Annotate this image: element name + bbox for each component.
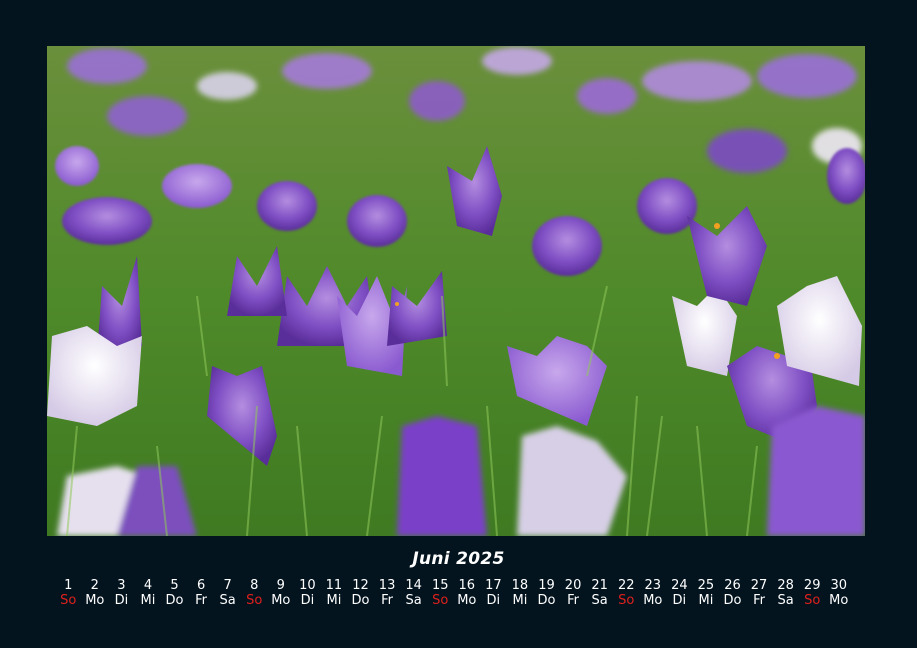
day-number: 10 [299, 578, 316, 593]
weekday-label: Fr [195, 593, 208, 608]
weekday-label-sunday: So [618, 593, 635, 608]
day-cell: 22 So [613, 578, 640, 608]
day-cell: 10 Di [294, 578, 321, 608]
day-number: 24 [671, 578, 688, 593]
weekday-label-sunday: So [432, 593, 449, 608]
weekday-label: Do [165, 593, 184, 608]
weekday-label: Di [300, 593, 315, 608]
day-cell: 15 So [427, 578, 454, 608]
day-cell: 1 So [55, 578, 82, 608]
day-number: 19 [538, 578, 555, 593]
weekday-label: Mi [512, 593, 528, 608]
weekday-label: Mo [85, 593, 105, 608]
day-cell: 8 So [241, 578, 268, 608]
day-number: 22 [617, 578, 635, 593]
day-cell: 29 So [799, 578, 826, 608]
weekday-label-sunday: So [246, 593, 263, 608]
day-cell: 6 Fr [188, 578, 215, 608]
day-cell: 13 Fr [374, 578, 401, 608]
day-number: 29 [803, 578, 821, 593]
day-number: 8 [250, 578, 259, 593]
day-cell: 2 Mo [82, 578, 109, 608]
weekday-label: Di [114, 593, 129, 608]
day-number: 28 [777, 578, 794, 593]
day-cell: 14 Sa [400, 578, 427, 608]
weekday-label: Fr [753, 593, 765, 608]
day-number: 9 [276, 578, 285, 593]
day-number: 26 [724, 578, 741, 593]
weekday-label: Mo [829, 593, 849, 608]
day-cell: 25 Mi [693, 578, 720, 608]
weekday-label: Mi [140, 593, 156, 608]
day-cell: 7 Sa [214, 578, 241, 608]
day-number: 27 [750, 578, 768, 593]
weekday-label: Fr [567, 593, 580, 608]
day-cell: 4 Mi [135, 578, 162, 608]
calendar-page: Juni 2025 1 So 2 Mo 3 Di 4 Mi 5 Do 6 Fr 7 Sa 8 So 9 Mo 10 D… [0, 0, 917, 648]
day-cell: 27 Fr [746, 578, 773, 608]
weekday-label-sunday: So [804, 593, 821, 608]
day-number: 30 [830, 578, 848, 593]
day-number: 18 [511, 578, 529, 593]
month-title: Juni 2025 [412, 549, 505, 569]
day-cell: 3 Di [108, 578, 135, 608]
day-number: 21 [591, 578, 608, 593]
day-number: 3 [117, 578, 126, 593]
weekday-label: Do [351, 593, 370, 608]
weekday-label: Fr [381, 593, 394, 608]
day-number: 17 [485, 578, 502, 593]
day-cell: 9 Mo [268, 578, 295, 608]
day-cell: 12 Do [347, 578, 374, 608]
weekday-label: Sa [777, 593, 794, 608]
day-cell: 24 Di [666, 578, 693, 608]
weekday-label: Sa [405, 593, 422, 608]
weekday-label: Do [723, 593, 742, 608]
weekday-label: Mi [326, 593, 342, 608]
weekday-label: Do [537, 593, 556, 608]
day-cell: 30 Mo [826, 578, 853, 608]
day-number: 14 [405, 578, 422, 593]
day-cell: 21 Sa [586, 578, 613, 608]
weekday-label-sunday: So [60, 593, 77, 608]
day-cell: 28 Sa [772, 578, 799, 608]
day-cell: 26 Do [719, 578, 746, 608]
weekday-label: Mi [698, 593, 714, 608]
day-number: 20 [564, 578, 582, 593]
day-number: 5 [170, 578, 179, 593]
weekday-label: Di [486, 593, 501, 608]
day-cell: 5 Do [161, 578, 188, 608]
day-cell: 11 Mi [321, 578, 348, 608]
day-cell: 16 Mo [454, 578, 481, 608]
weekday-label: Mo [271, 593, 291, 608]
day-number: 25 [697, 578, 715, 593]
day-number: 16 [458, 578, 476, 593]
crocus-photo [47, 46, 865, 536]
crocus-meadow-image [47, 46, 865, 536]
day-number: 2 [90, 578, 99, 593]
day-number: 4 [143, 578, 153, 593]
weekday-label: Sa [219, 593, 236, 608]
day-cell: 19 Do [533, 578, 560, 608]
day-number: 23 [644, 578, 662, 593]
day-number: 13 [378, 578, 396, 593]
day-cell: 18 Mi [507, 578, 534, 608]
day-number: 6 [196, 578, 206, 593]
weekday-label: Sa [591, 593, 608, 608]
weekday-label: Mo [643, 593, 663, 608]
day-number: 1 [64, 578, 73, 593]
weekday-label: Mo [457, 593, 477, 608]
day-number: 15 [431, 578, 449, 593]
day-number: 7 [223, 578, 232, 593]
day-row: 1 So 2 Mo 3 Di 4 Mi 5 Do 6 Fr 7 Sa 8 So 9 Mo 10 Di 11 Mi 12 Do 1… [55, 578, 855, 612]
day-cell: 23 Mo [640, 578, 667, 608]
day-number: 11 [325, 578, 343, 593]
day-cell: 20 Fr [560, 578, 587, 608]
weekday-label: Di [672, 593, 687, 608]
day-number: 12 [352, 578, 369, 593]
day-cell: 17 Di [480, 578, 507, 608]
